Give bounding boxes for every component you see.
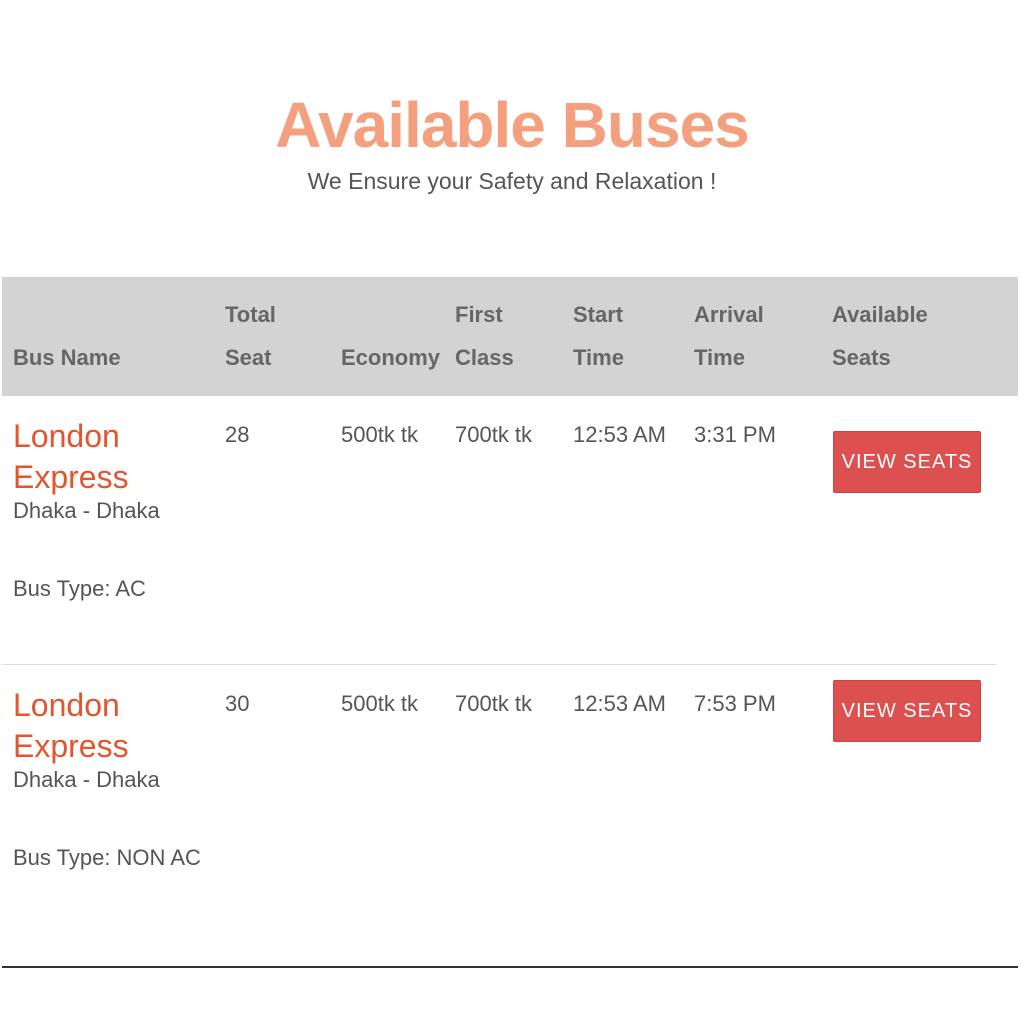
column-header-total-seat: Total Seat <box>225 302 276 370</box>
column-header-economy: Economy <box>341 345 441 370</box>
view-seats-button[interactable]: VIEW SEATS <box>833 680 981 742</box>
bottom-divider <box>2 966 1018 968</box>
table-row: London Express Dhaka - Dhaka Bus Type: N… <box>2 665 1018 933</box>
economy-price: 500tk tk <box>341 422 419 447</box>
total-seat-value: 30 <box>225 691 250 716</box>
column-header-first-class: First Class <box>455 302 514 370</box>
column-header-arrival-time: Arrival Time <box>694 302 764 370</box>
bus-route: Dhaka - Dhaka <box>13 767 160 792</box>
start-time-value: 12:53 AM <box>573 422 666 447</box>
view-seats-button[interactable]: VIEW SEATS <box>833 431 981 493</box>
bus-name: London Express <box>13 687 129 764</box>
column-header-available-seats: Available Seats <box>832 302 928 370</box>
page-title: Available Buses <box>275 89 750 161</box>
total-seat-value: 28 <box>225 422 250 447</box>
table-header: Bus Name Total Seat Economy First Class … <box>2 277 1018 396</box>
arrival-time-value: 3:31 PM <box>694 422 776 447</box>
page: Available Buses We Ensure your Safety an… <box>0 0 1024 1024</box>
first-class-price: 700tk tk <box>455 422 533 447</box>
column-header-start-time: Start Time <box>573 302 624 370</box>
column-header-bus-name: Bus Name <box>13 345 121 370</box>
bus-table: Bus Name Total Seat Economy First Class … <box>2 277 1018 933</box>
bus-route: Dhaka - Dhaka <box>13 498 160 523</box>
bus-name: London Express <box>13 418 129 495</box>
bus-type: Bus Type: AC <box>13 576 146 601</box>
economy-price: 500tk tk <box>341 691 419 716</box>
start-time-value: 12:53 AM <box>573 691 666 716</box>
arrival-time-value: 7:53 PM <box>694 691 776 716</box>
first-class-price: 700tk tk <box>455 691 533 716</box>
bus-type: Bus Type: NON AC <box>13 845 201 870</box>
page-subtitle: We Ensure your Safety and Relaxation ! <box>307 168 717 194</box>
table-row: London Express Dhaka - Dhaka Bus Type: A… <box>2 396 996 665</box>
